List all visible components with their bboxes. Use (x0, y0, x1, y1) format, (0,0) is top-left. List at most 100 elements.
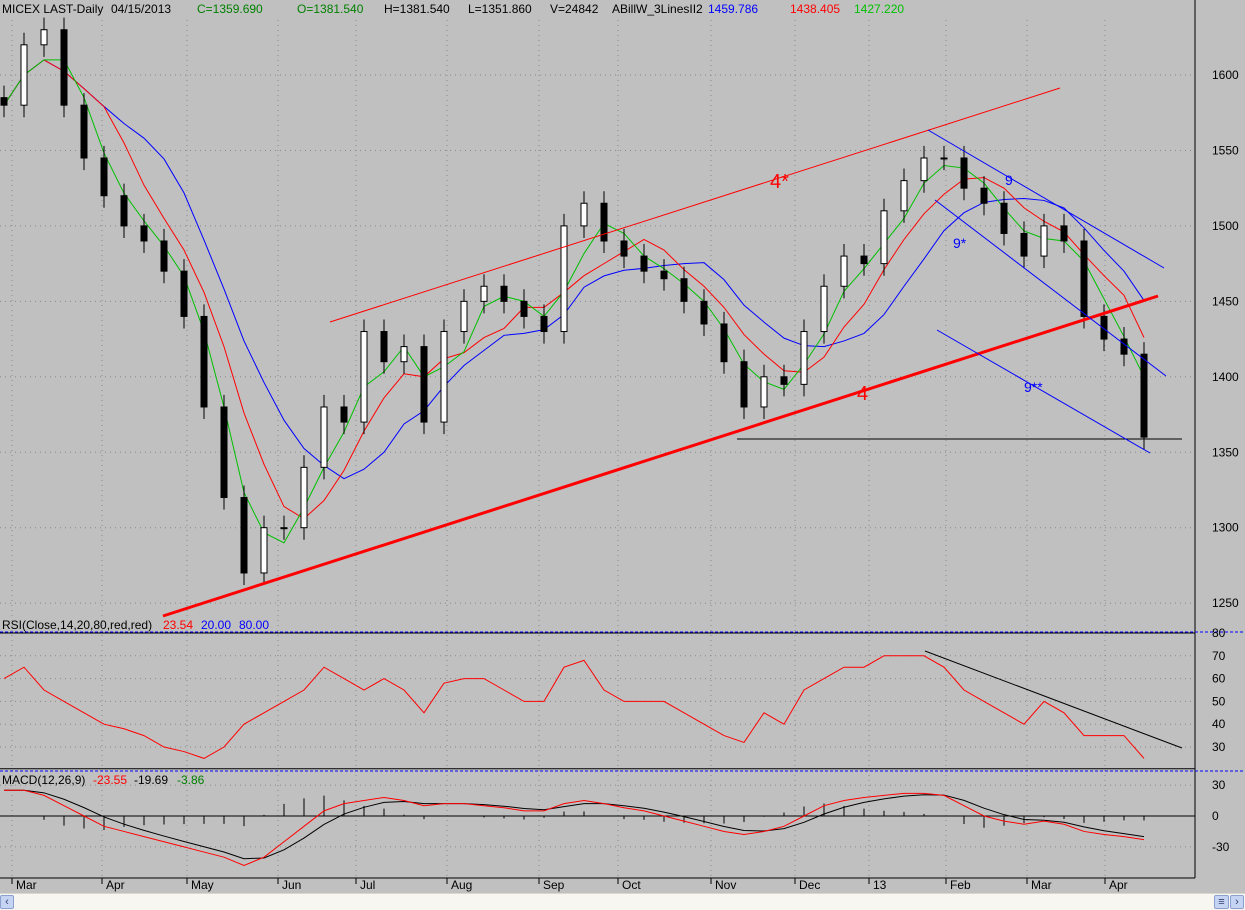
candle-body (1000, 202, 1008, 234)
x-tick-label: Jun (282, 878, 301, 892)
candle-body (140, 225, 148, 242)
candle-body (460, 300, 468, 333)
candle-body (180, 270, 188, 317)
candle-body (880, 210, 888, 265)
x-tick-label: Jul (360, 878, 375, 892)
x-tick-label: Aug (451, 878, 472, 892)
macd-tick-label: 30 (1212, 778, 1226, 792)
date-label: 04/15/2013 (111, 2, 171, 16)
candle-body (340, 406, 348, 423)
candle-body (960, 157, 968, 189)
candle-body (1140, 353, 1148, 438)
x-tick-label: Mar (1031, 878, 1052, 892)
macd-signal-value: -19.69 (134, 773, 168, 787)
x-tick-label: May (191, 878, 214, 892)
x-tick-label: Nov (715, 878, 736, 892)
candle-body (580, 202, 588, 227)
low-value: L=1351.860 (468, 2, 532, 16)
candle-body (980, 187, 988, 204)
annotation-9-double-star: 9** (1024, 379, 1043, 395)
price-tick-label: 1450 (1212, 294, 1239, 308)
rsi-tick-label: 80 (1212, 626, 1226, 640)
rsi-tick-label: 60 (1212, 672, 1226, 686)
candle-body (900, 180, 908, 212)
candle-body (760, 376, 768, 408)
candle-body (780, 376, 788, 385)
candle-body (700, 300, 708, 325)
candle-body (660, 270, 668, 280)
candle-body (740, 361, 748, 408)
candle-body (40, 29, 48, 46)
x-tick-label: Apr (1109, 878, 1128, 892)
candle-body (640, 255, 648, 272)
horizontal-scrollbar[interactable]: ‹ ≡ › (0, 893, 1245, 910)
candle-body (840, 255, 848, 287)
rsi-tick-label: 30 (1212, 740, 1226, 754)
stock-chart[interactable]: MICEX LAST-Daily 04/15/2013 C=1359.690 O… (0, 0, 1245, 893)
candle-body (260, 527, 268, 574)
close-value: C=1359.690 (197, 2, 263, 16)
candle-body (940, 157, 948, 160)
candle-body (1020, 232, 1028, 257)
macd-value: -23.55 (93, 773, 127, 787)
candle-body (220, 406, 228, 499)
candle-body (820, 285, 828, 333)
x-tick-label: Apr (106, 878, 125, 892)
rsi-tick-label: 50 (1212, 694, 1226, 708)
rsi-value: 23.54 (163, 618, 193, 632)
candle-body (480, 285, 488, 302)
blue-line-value: 1459.786 (708, 2, 758, 16)
candle-body (240, 497, 248, 574)
volume-value: V=24842 (550, 2, 599, 16)
x-tick-label: Dec (799, 878, 820, 892)
price-tick-label: 1500 (1212, 219, 1239, 233)
high-value: H=1381.540 (384, 2, 450, 16)
candle-body (160, 240, 168, 272)
candle-body (80, 104, 88, 159)
candle-body (280, 527, 288, 530)
candle-body (0, 97, 8, 106)
price-tick-label: 1600 (1212, 68, 1239, 82)
candle-body (300, 466, 308, 529)
candle-body (920, 157, 928, 182)
x-tick-label: 13 (873, 878, 887, 892)
macd-tick-label: 0 (1212, 809, 1219, 823)
candle-body (540, 315, 548, 333)
candle-body (680, 278, 688, 302)
rsi-tick-label: 70 (1212, 649, 1226, 663)
annotation-4: 4 (857, 383, 868, 405)
annotation-9-star: 9* (953, 235, 967, 251)
x-tick-label: Mar (16, 878, 37, 892)
scroll-thumb[interactable]: ≡ (1214, 895, 1229, 909)
candle-body (320, 406, 328, 468)
candle-body (1120, 338, 1128, 355)
x-tick-label: Feb (950, 878, 971, 892)
candle-body (380, 331, 388, 363)
candle-body (1080, 240, 1088, 317)
rsi-low: 20.00 (201, 618, 231, 632)
price-tick-label: 1350 (1212, 445, 1239, 459)
candle-body (400, 346, 408, 363)
red-line-value: 1438.405 (790, 2, 840, 16)
candle-body (1040, 225, 1048, 257)
candle-body (860, 255, 868, 265)
macd-label: MACD(12,26,9) (2, 773, 85, 787)
price-tick-label: 1300 (1212, 521, 1239, 535)
scroll-left-button[interactable]: ‹ (0, 895, 14, 909)
candle-body (420, 346, 428, 423)
candle-body (720, 323, 728, 363)
price-tick-label: 1550 (1212, 143, 1239, 157)
price-tick-label: 1250 (1212, 596, 1239, 610)
symbol-label: MICEX LAST-Daily (2, 2, 103, 16)
indicator-name: ABillW_3LinesII2 (612, 2, 703, 16)
scroll-right-button[interactable]: › (1230, 895, 1244, 909)
annotation-9: 9 (1005, 172, 1013, 188)
candle-body (500, 285, 508, 302)
x-tick-label: Sep (543, 878, 565, 892)
x-tick-label: Oct (622, 878, 641, 892)
rsi-tick-label: 40 (1212, 717, 1226, 731)
chart-background (0, 0, 1245, 893)
candle-body (20, 44, 28, 106)
open-value: O=1381.540 (297, 2, 364, 16)
candle-body (620, 240, 628, 257)
